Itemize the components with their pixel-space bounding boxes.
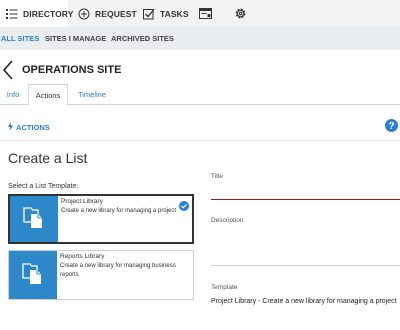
section-divider: [0, 140, 400, 141]
description-label: Description: [211, 217, 244, 224]
document-icon: [22, 261, 44, 290]
task-tray-icon: [199, 8, 212, 19]
title-label: Title: [211, 173, 224, 180]
create-list-title: Create a List: [8, 150, 88, 166]
plus-circle-icon: [78, 8, 90, 20]
template-reports-library[interactable]: Reports Library Create a new library for…: [8, 250, 194, 300]
template-project-library[interactable]: Project Library Create a new library for…: [8, 194, 194, 244]
top-nav: DIRECTORY REQUEST TASKS: [0, 0, 400, 27]
list-icon: [6, 8, 18, 19]
select-template-label: Select a List Template:: [8, 183, 79, 190]
check-circle-icon: [179, 198, 189, 216]
subnav-sites-i-manage[interactable]: SITES I MANAGE: [45, 27, 106, 50]
subnav-archived-sites[interactable]: ARCHIVED SITES: [111, 27, 174, 50]
template-value: Project Library - Create a new library f…: [211, 298, 397, 305]
tab-info[interactable]: Info: [2, 84, 24, 105]
template-label: Template: [211, 284, 238, 291]
tab-actions[interactable]: Actions: [28, 84, 68, 106]
checkbox-icon: [143, 8, 155, 20]
nav-tasks[interactable]: TASKS: [143, 0, 189, 27]
template-description: Create a new library for managing busine…: [60, 263, 176, 278]
sub-nav: ALL SITES SITES I MANAGE ARCHIVED SITES: [0, 27, 400, 50]
template-thumbnail: [9, 251, 57, 299]
nav-tray[interactable]: [199, 0, 212, 27]
tab-bar: Info Actions Timeline: [0, 84, 400, 106]
template-description: Create a new library for managing a proj…: [61, 208, 177, 214]
site-title: OPERATIONS SITE: [22, 64, 122, 76]
nav-settings[interactable]: [234, 0, 247, 27]
title-field[interactable]: [211, 186, 400, 200]
chevron-left-icon[interactable]: [2, 60, 14, 85]
description-field[interactable]: [211, 230, 400, 266]
nav-tasks-label: TASKS: [160, 8, 189, 19]
gear-icon: [234, 7, 247, 20]
template-name: Reports Library: [60, 253, 105, 260]
actions-header[interactable]: ACTIONS: [8, 122, 50, 133]
nav-directory-label: DIRECTORY: [23, 8, 74, 19]
nav-directory[interactable]: DIRECTORY: [0, 0, 73, 27]
subnav-all-sites[interactable]: ALL SITES: [1, 27, 39, 50]
document-icon: [23, 205, 45, 234]
actions-label: ACTIONS: [16, 123, 50, 132]
template-name: Project Library: [61, 198, 103, 205]
template-thumbnail: [10, 196, 58, 242]
help-icon[interactable]: ?: [385, 119, 398, 137]
nav-request-label: REQUEST: [95, 8, 137, 19]
nav-request[interactable]: REQUEST: [78, 0, 137, 27]
tab-timeline[interactable]: Timeline: [72, 84, 112, 105]
svg-text:?: ?: [388, 121, 394, 132]
lightning-icon: [8, 122, 13, 133]
